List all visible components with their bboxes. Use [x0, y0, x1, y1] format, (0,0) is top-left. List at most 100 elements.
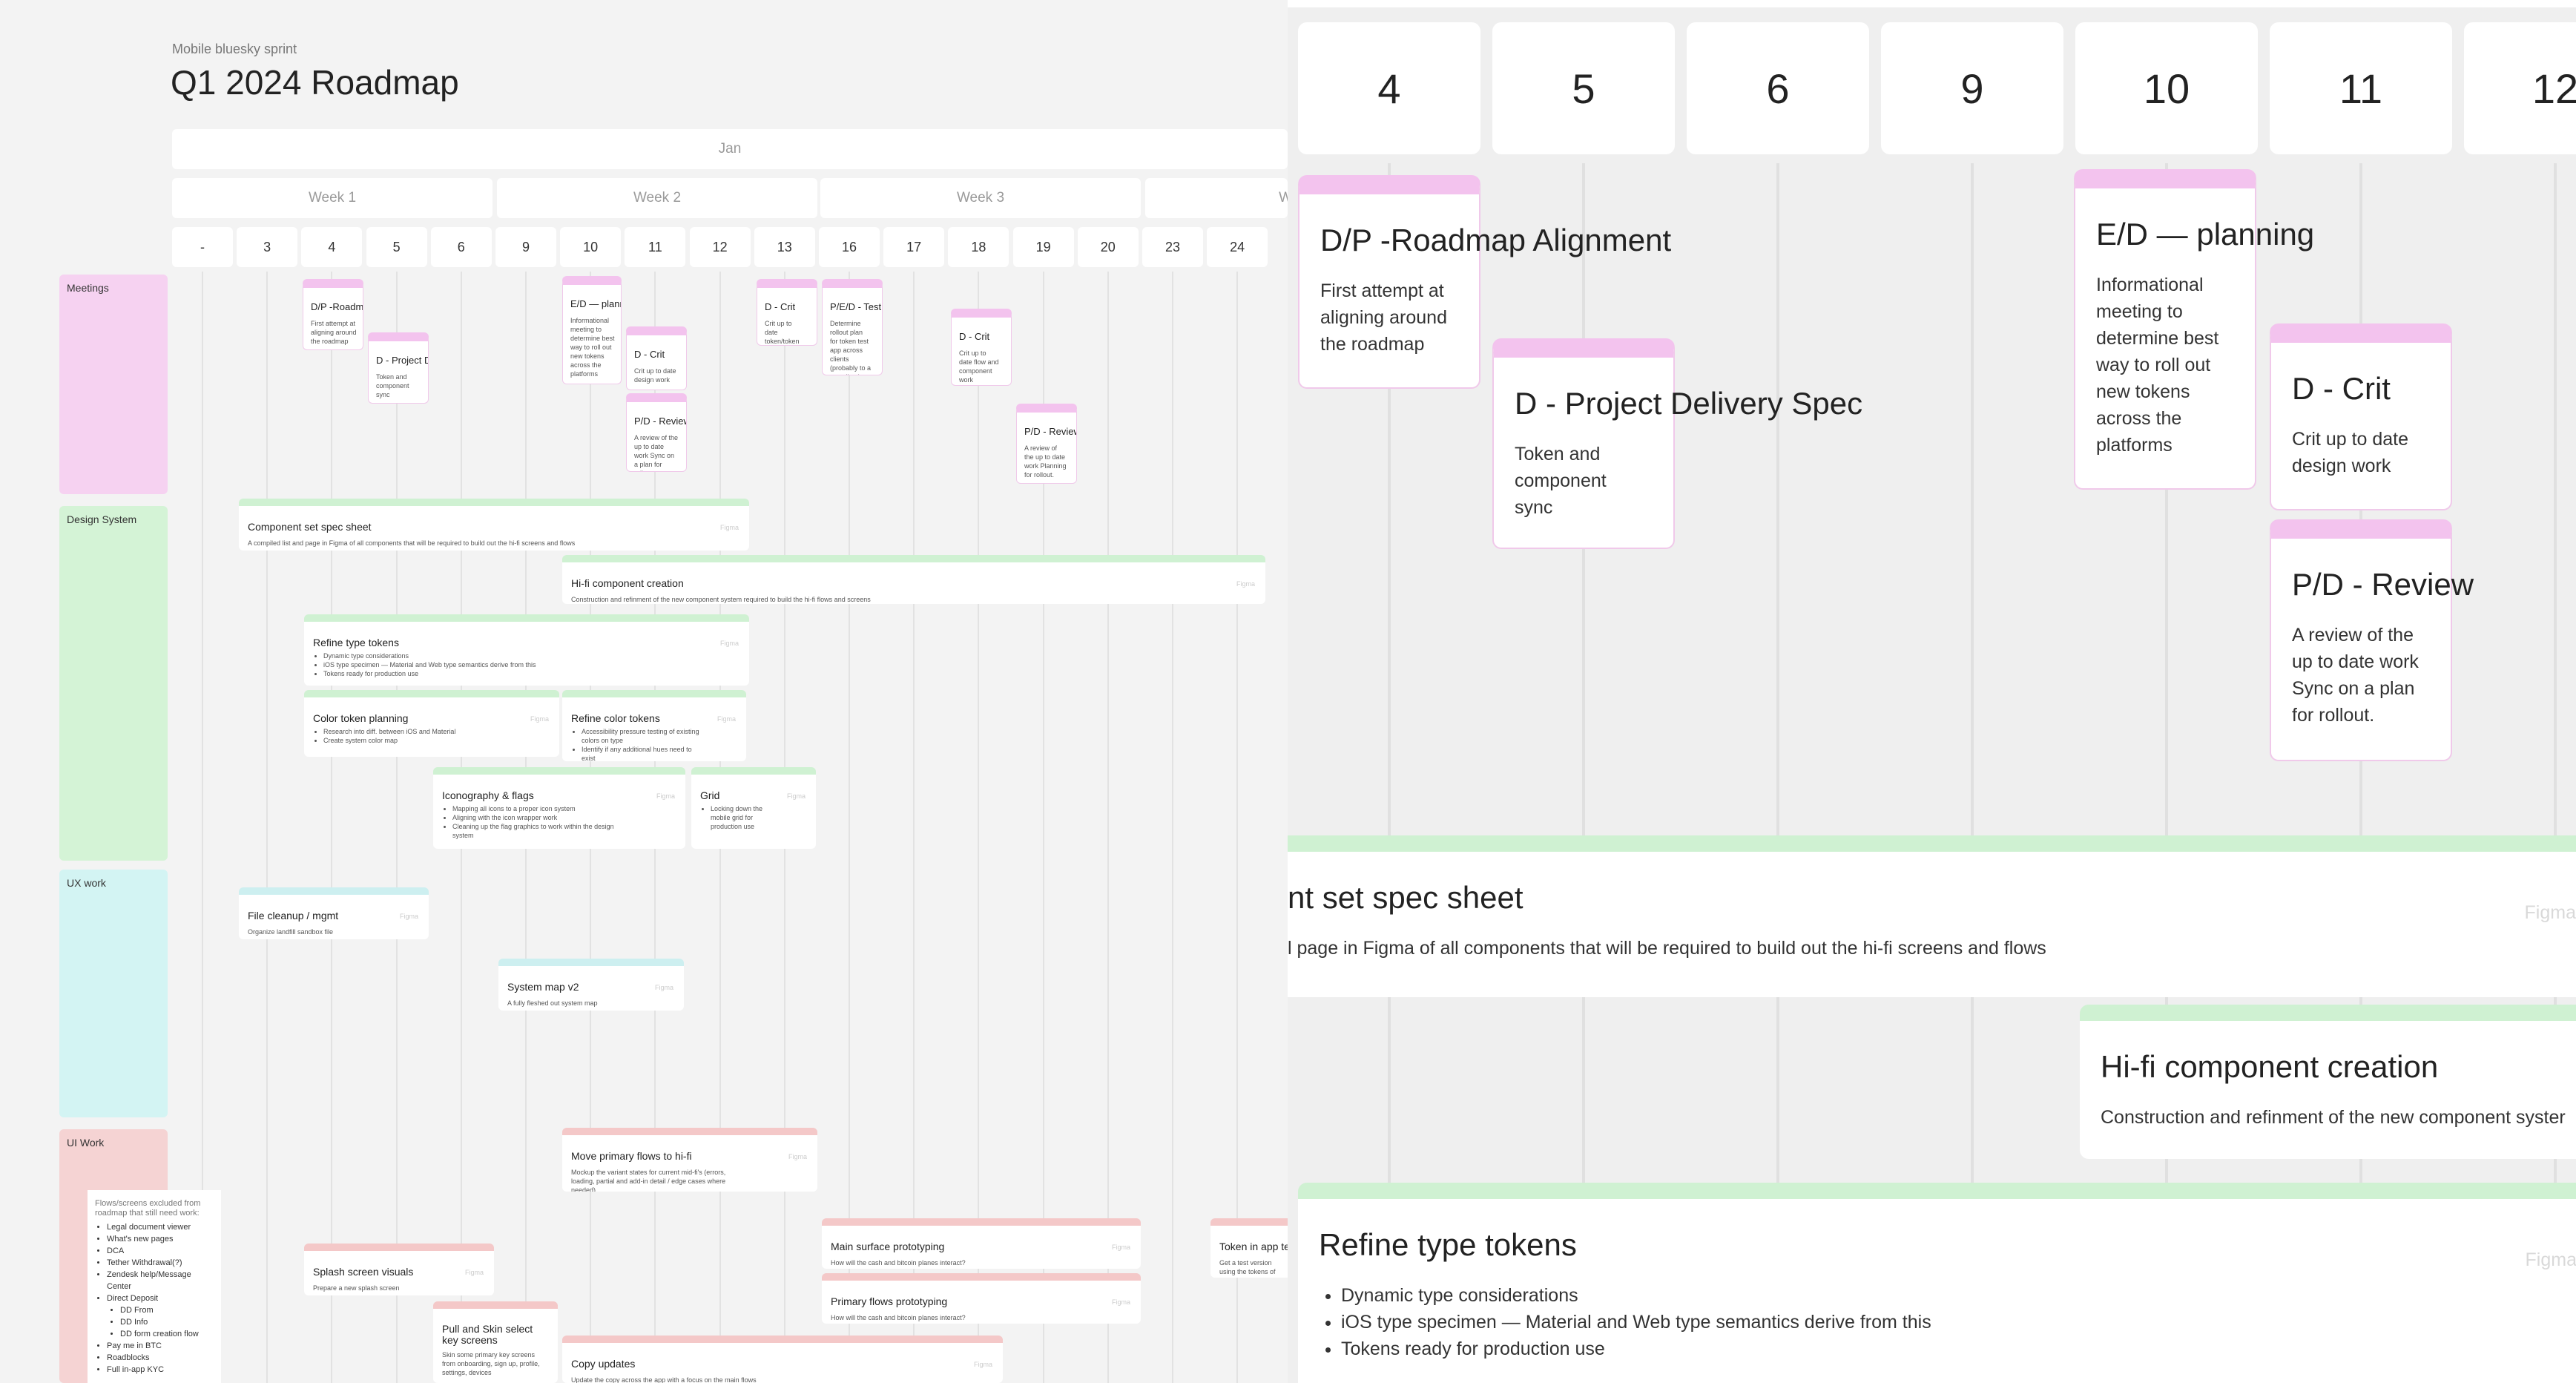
task-card[interactable]: File cleanup / mgmt Organize landfill sa…: [239, 887, 429, 939]
lane-label: Design System: [67, 513, 137, 525]
meeting-card-zoom[interactable]: D - Project Delivery Spec Token and comp…: [1492, 338, 1862, 549]
card-title: E/D — planning: [570, 298, 621, 309]
day-cell: 24: [1207, 227, 1268, 267]
card-tag: Figma: [399, 913, 418, 920]
card-title: Grid: [700, 789, 720, 801]
card-desc: A review of the up to date work Planning…: [1024, 444, 1067, 479]
card-title: Component set spec sheet: [248, 521, 372, 533]
meeting-card[interactable]: D - Crit Crit up to date design work: [626, 326, 687, 390]
card-desc: Mockup the variant states for current mi…: [571, 1169, 726, 1192]
day-cell: 13: [754, 227, 815, 267]
card-tag: Figma: [719, 524, 739, 531]
card-desc: Construction and refinment of the new co…: [2101, 1107, 2566, 1128]
zoom-day-cell: 5: [1492, 22, 1675, 154]
day-cell: 23: [1142, 227, 1203, 267]
meeting-card-zoom[interactable]: D/P -Roadmap Alignment First attempt at …: [1298, 175, 1671, 389]
lane-ux-work: UX work: [59, 870, 168, 1117]
task-card[interactable]: Move primary flows to hi-fi Mockup the v…: [562, 1128, 817, 1192]
bullet-item: Cleaning up the flag graphics to work wi…: [452, 822, 623, 840]
card-title: Color token planning: [313, 712, 409, 724]
day-gridline: [849, 272, 850, 1383]
task-card[interactable]: Hi-fi component creation Construction an…: [562, 555, 1265, 604]
card-title: D - Crit: [765, 301, 796, 312]
day-cell: 9: [495, 227, 556, 267]
task-card[interactable]: Primary flows prototyping How will the c…: [822, 1273, 1141, 1324]
card-desc: Crit up to date token/token work: [765, 320, 800, 345]
note-item: DD form creation flow: [120, 1328, 214, 1340]
card-title: D - Crit: [2292, 371, 2391, 406]
task-card[interactable]: Color token planning Research into diff.…: [304, 690, 559, 757]
card-title: P/D - Review: [634, 415, 687, 427]
meeting-card-zoom[interactable]: D - Crit Crit up to date design work: [2270, 323, 2452, 510]
meeting-card[interactable]: E/D — planning Informational meeting to …: [562, 276, 622, 384]
zoom-day-cell: 12: [2464, 22, 2576, 154]
card-bullets: Mapping all icons to a proper icon syste…: [442, 804, 623, 840]
task-card[interactable]: Token in app te Get a test version using…: [1210, 1218, 1288, 1278]
meeting-card[interactable]: P/E/D - Test app rollout alignment Deter…: [822, 279, 883, 375]
bullet-item: iOS type specimen — Material and Web typ…: [323, 660, 536, 669]
zoom-day-cell: 11: [2270, 22, 2452, 154]
card-tag: Figma: [786, 792, 806, 800]
card-desc: A compiled list and page in Figma of all…: [248, 539, 576, 547]
card-desc: Determine rollout plan for token test ap…: [830, 320, 872, 375]
month-header: Jan: [172, 129, 1288, 169]
task-card[interactable]: System map v2 A fully fleshed out system…: [498, 959, 684, 1011]
bullet-item: Tokens ready for production use: [323, 669, 536, 678]
meeting-card-zoom[interactable]: E/D — planning Informational meeting to …: [2074, 169, 2314, 490]
meeting-card[interactable]: D - Crit Crit up to date token/token wor…: [757, 279, 817, 346]
task-card[interactable]: Component set spec sheet A compiled list…: [239, 499, 749, 551]
top-strip: [1288, 0, 2576, 7]
note-list: Legal document viewerWhat's new pagesDCA…: [95, 1221, 214, 1376]
task-card[interactable]: Iconography & flags Mapping all icons to…: [433, 767, 685, 849]
task-card[interactable]: Copy updates Update the copy across the …: [562, 1336, 1003, 1383]
project-label: Mobile bluesky sprint: [172, 42, 297, 56]
lane-meetings: Meetings: [59, 275, 168, 494]
bullet-item: Dynamic type considerations: [1341, 1282, 1931, 1309]
bullet-item: Accessibility pressure testing of existi…: [582, 727, 700, 745]
card-desc: A review of the up to date work Sync on …: [634, 434, 679, 471]
card-title: Move primary flows to hi-fi: [571, 1150, 692, 1162]
day-cell: 19: [1012, 227, 1074, 267]
week-header: Week 2: [497, 178, 817, 218]
task-card[interactable]: Pull and Skin select key screens Skin so…: [433, 1301, 558, 1383]
card-desc: l page in Figma of all components that w…: [1288, 938, 2046, 959]
card-title: nt set spec sheet: [1288, 880, 1523, 915]
task-card-zoom[interactable]: nt set spec sheet l page in Figma of all…: [1288, 835, 2576, 997]
card-bullets: Dynamic type considerationsiOS type spec…: [313, 651, 536, 678]
note-item: DD From: [120, 1304, 214, 1316]
meeting-card-zoom[interactable]: P/D - Review A review of the up to date …: [2270, 519, 2474, 761]
meeting-card[interactable]: P/D - Review A review of the up to date …: [626, 393, 687, 472]
task-card-zoom[interactable]: Refine type tokens Dynamic type consider…: [1298, 1183, 2576, 1383]
card-tag: Figma: [1111, 1298, 1130, 1306]
card-tag: Figma: [719, 640, 739, 647]
task-card[interactable]: Grid Locking down the mobile grid for pr…: [691, 767, 816, 849]
meeting-card[interactable]: D - Crit Crit up to date flow and compon…: [951, 309, 1012, 386]
note-item: Direct Deposit: [107, 1292, 214, 1304]
card-tag: Figma: [656, 792, 675, 800]
meeting-card[interactable]: P/D - Review A review of the up to date …: [1016, 404, 1077, 484]
zoom-day-cell: 4: [1298, 22, 1480, 154]
task-card-zoom[interactable]: Hi-fi component creation Construction an…: [2080, 1005, 2576, 1159]
zoom-day-cell: 9: [1881, 22, 2063, 154]
card-desc: A review of the up to date work Sync on …: [2292, 625, 2419, 726]
task-card[interactable]: Main surface prototyping How will the ca…: [822, 1218, 1141, 1269]
card-tag: Figma: [2524, 902, 2576, 923]
card-desc: How will the cash and bitcoin planes int…: [831, 1314, 966, 1321]
task-card[interactable]: Refine type tokens Dynamic type consider…: [304, 614, 749, 686]
day-gridline: [266, 272, 269, 1383]
card-title: D/P -Roadmap Alignment: [311, 301, 363, 312]
note-item: What's new pages: [107, 1233, 214, 1245]
card-bullets: Locking down the mobile grid for product…: [700, 804, 770, 831]
card-desc: Organize landfill sandbox file: [248, 928, 334, 936]
card-title: File cleanup / mgmt: [248, 910, 339, 922]
meeting-card[interactable]: D - Project Delivery Spec Token and comp…: [368, 332, 429, 404]
roadmap-overview: Mobile bluesky sprint Q1 2024 Roadmap Ja…: [0, 0, 1288, 1383]
card-desc: Crit up to date design work: [634, 367, 676, 384]
note-item: Full in-app KYC: [107, 1364, 214, 1376]
day-cell: 17: [883, 227, 945, 267]
task-card[interactable]: Refine color tokens Accessibility pressu…: [562, 690, 746, 761]
card-tag: Figma: [530, 715, 549, 723]
zoomed-view: 4 5 6 9 10 11 12 D/P -Roadmap Alignment First …: [1288, 0, 2576, 1383]
meeting-card[interactable]: D/P -Roadmap Alignment First attempt at …: [303, 279, 363, 350]
task-card[interactable]: Splash screen visuals Prepare a new spla…: [304, 1244, 494, 1295]
